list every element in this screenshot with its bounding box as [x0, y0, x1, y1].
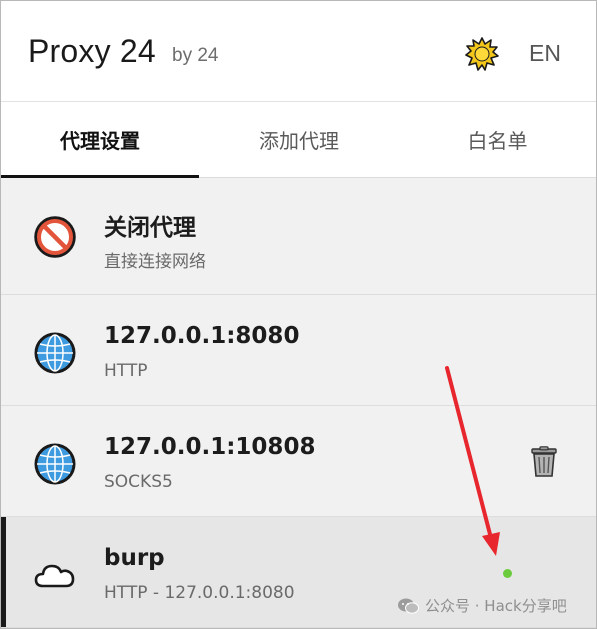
app-subtitle: by 24	[172, 45, 219, 66]
selected-indicator	[1, 517, 6, 627]
no-entry-icon	[34, 216, 76, 258]
proxy-item-10808[interactable]: 127.0.0.1:10808 SOCKS5	[1, 406, 596, 517]
proxy-item-direct[interactable]: 关闭代理 直接连接网络	[1, 178, 596, 295]
watermark-text: 公众号 · Hack分享吧	[425, 597, 567, 615]
proxy-popup: Proxy 24 by 24 EN 代理设置 添加代理 白名单 关闭代理 直接连…	[0, 0, 597, 629]
watermark: 公众号 · Hack分享吧	[397, 595, 567, 616]
tab-proxy-settings[interactable]: 代理设置	[1, 102, 199, 178]
proxy-name: burp	[104, 545, 165, 571]
globe-icon	[34, 443, 76, 485]
wechat-icon	[398, 598, 419, 614]
header: Proxy 24 by 24 EN	[1, 1, 596, 102]
proxy-detail: HTTP - 127.0.0.1:8080	[104, 583, 295, 603]
tab-label: 添加代理	[259, 129, 339, 153]
tab-label: 代理设置	[60, 129, 140, 153]
language-toggle[interactable]: EN	[529, 40, 561, 67]
sun-icon[interactable]	[465, 37, 499, 71]
proxy-detail: HTTP	[104, 361, 148, 381]
proxy-name: 127.0.0.1:10808	[104, 434, 316, 460]
proxy-item-8080[interactable]: 127.0.0.1:8080 HTTP	[1, 295, 596, 406]
proxy-detail: 直接连接网络	[104, 252, 206, 272]
proxy-name: 关闭代理	[104, 215, 196, 241]
tab-label: 白名单	[467, 129, 528, 153]
proxy-name: 127.0.0.1:8080	[104, 323, 300, 349]
tab-add-proxy[interactable]: 添加代理	[199, 102, 399, 177]
proxy-detail: SOCKS5	[104, 472, 173, 492]
globe-icon	[34, 332, 76, 374]
tab-whitelist[interactable]: 白名单	[399, 102, 596, 177]
tab-bar: 代理设置 添加代理 白名单	[1, 102, 596, 178]
status-active-dot	[503, 569, 512, 578]
cloud-icon	[34, 564, 75, 588]
trash-icon[interactable]	[529, 446, 559, 478]
app-title: Proxy 24	[28, 33, 156, 69]
